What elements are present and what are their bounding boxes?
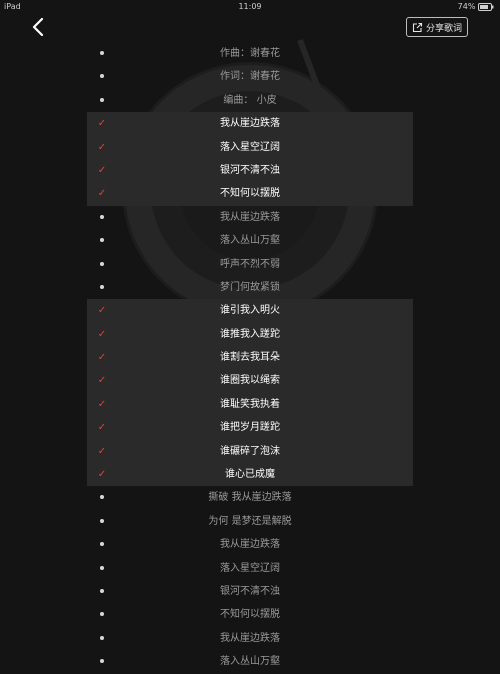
lyric-line[interactable]: ✓ 谁耻笑我执着 bbox=[0, 392, 500, 417]
lyric-text: 谁推我入蹉跎 bbox=[220, 328, 280, 340]
bullet-icon bbox=[97, 89, 107, 112]
lyric-line[interactable]: 不知何以摆脱 bbox=[0, 603, 500, 626]
lyric-line[interactable]: 编曲： 小皮 bbox=[0, 89, 500, 112]
lyric-text: 谁碾碎了泡沫 bbox=[220, 445, 280, 457]
lyric-line[interactable]: 我从崖边跌落 bbox=[0, 533, 500, 556]
check-icon: ✓ bbox=[97, 422, 107, 434]
bullet-icon bbox=[97, 206, 107, 229]
lyric-text: 不知何以摆脱 bbox=[220, 609, 280, 621]
lyric-text: 我从崖边跌落 bbox=[220, 632, 280, 644]
check-icon: ✓ bbox=[97, 188, 107, 200]
lyric-text: 银河不清不浊 bbox=[220, 585, 280, 597]
check-icon: ✓ bbox=[97, 352, 107, 364]
lyric-line[interactable]: ✓ 银河不清不浊 bbox=[0, 158, 500, 183]
bullet-icon bbox=[97, 603, 107, 626]
bullet-icon bbox=[97, 580, 107, 603]
battery-icon bbox=[478, 2, 494, 11]
bullet-icon bbox=[97, 276, 107, 299]
lyric-text: 银河不清不浊 bbox=[220, 164, 280, 176]
check-icon: ✓ bbox=[97, 305, 107, 317]
bullet-icon bbox=[97, 253, 107, 276]
lyric-line[interactable]: ✓ 谁圈我以绳索 bbox=[0, 369, 500, 394]
share-lyrics-button[interactable]: 分享歌词 bbox=[406, 17, 468, 37]
lyric-text: 梦门何故紧锁 bbox=[220, 281, 280, 293]
lyric-text: 落入星空辽阔 bbox=[220, 562, 280, 574]
lyric-text: 谁心已成魔 bbox=[225, 469, 275, 481]
check-icon: ✓ bbox=[97, 141, 107, 153]
check-icon: ✓ bbox=[97, 118, 107, 130]
bullet-icon bbox=[97, 650, 107, 673]
lyric-line[interactable]: 作词：谢春花 bbox=[0, 65, 500, 88]
lyric-text: 呼声不烈不弱 bbox=[220, 258, 280, 270]
lyric-text: 为何 是梦还是解脱 bbox=[208, 515, 292, 527]
lyric-line[interactable]: ✓ 谁碾碎了泡沫 bbox=[0, 439, 500, 464]
lyric-line[interactable]: ✓ 谁割去我耳朵 bbox=[0, 346, 500, 370]
share-icon bbox=[412, 22, 423, 32]
chevron-left-icon bbox=[32, 18, 44, 36]
lyric-text: 作词：谢春花 bbox=[220, 71, 280, 83]
lyric-line[interactable]: 为何 是梦还是解脱 bbox=[0, 510, 500, 533]
check-icon: ✓ bbox=[97, 164, 107, 176]
lyric-line[interactable]: ✓ 落入星空辽阔 bbox=[0, 135, 500, 160]
lyric-line[interactable]: 呼声不烈不弱 bbox=[0, 253, 500, 276]
check-icon: ✓ bbox=[97, 469, 107, 481]
lyric-text: 谁圈我以绳索 bbox=[220, 375, 280, 387]
lyric-line[interactable]: ✓ 不知何以摆脱 bbox=[0, 182, 500, 207]
lyric-text: 我从崖边跌落 bbox=[220, 118, 280, 130]
lyric-line[interactable]: 落入星空辽阔 bbox=[0, 557, 500, 580]
check-icon: ✓ bbox=[97, 375, 107, 387]
lyric-line[interactable]: 银河不清不浊 bbox=[0, 580, 500, 603]
lyric-line[interactable]: 梦门何故紧锁 bbox=[0, 276, 500, 299]
check-icon: ✓ bbox=[97, 398, 107, 410]
lyric-line[interactable]: ✓ 谁心已成魔 bbox=[0, 463, 500, 487]
lyric-text: 谁割去我耳朵 bbox=[220, 352, 280, 364]
lyric-line[interactable]: 我从崖边跌落 bbox=[0, 206, 500, 229]
lyric-text: 落入星空辽阔 bbox=[220, 141, 280, 153]
share-label: 分享歌词 bbox=[425, 23, 462, 34]
bullet-icon bbox=[97, 229, 107, 252]
lyric-text: 编曲： 小皮 bbox=[223, 94, 277, 106]
check-icon: ✓ bbox=[97, 445, 107, 457]
bullet-icon bbox=[97, 557, 107, 580]
bullet-icon bbox=[97, 627, 107, 650]
check-icon: ✓ bbox=[97, 328, 107, 340]
lyric-line[interactable]: ✓ 我从崖边跌落 bbox=[0, 112, 500, 136]
clock: 11:09 bbox=[238, 2, 262, 11]
lyric-line[interactable]: ✓ 谁推我入蹉跎 bbox=[0, 322, 500, 347]
bullet-icon bbox=[97, 510, 107, 533]
lyric-text: 谁把岁月蹉跎 bbox=[220, 422, 280, 434]
bullet-icon bbox=[97, 42, 107, 65]
lyric-line[interactable]: 落入丛山万壑 bbox=[0, 650, 500, 673]
lyric-text: 我从崖边跌落 bbox=[220, 211, 280, 223]
status-bar: iPad 11:09 74% bbox=[0, 0, 500, 14]
lyric-line[interactable]: 作曲：谢春花 bbox=[0, 42, 500, 65]
lyric-line[interactable]: ✓ 谁把岁月蹉跎 bbox=[0, 416, 500, 441]
battery-indicator: 74% bbox=[458, 2, 494, 11]
battery-percent: 74% bbox=[457, 2, 476, 11]
lyric-line[interactable]: 我从崖边跌落 bbox=[0, 627, 500, 650]
lyric-line[interactable]: 落入丛山万壑 bbox=[0, 229, 500, 252]
lyric-text: 撕破 我从崖边跌落 bbox=[208, 492, 292, 504]
lyric-line[interactable]: 撕破 我从崖边跌落 bbox=[0, 486, 500, 509]
lyric-text: 落入丛山万壑 bbox=[220, 235, 280, 247]
lyric-text: 不知何以摆脱 bbox=[220, 188, 280, 200]
lyric-text: 作曲：谢春花 bbox=[220, 48, 280, 59]
bullet-icon bbox=[97, 486, 107, 509]
bullet-icon bbox=[97, 533, 107, 556]
bullet-icon bbox=[97, 65, 107, 88]
lyric-text: 谁引我入明火 bbox=[220, 305, 280, 317]
lyric-text: 我从崖边跌落 bbox=[220, 539, 280, 551]
lyric-line[interactable]: ✓ 谁引我入明火 bbox=[0, 299, 500, 324]
back-button[interactable] bbox=[26, 14, 50, 40]
lyric-text: 谁耻笑我执着 bbox=[220, 398, 280, 410]
lyrics-list: 作曲：谢春花 作词：谢春花 编曲： 小皮 ✓ 我从崖边跌落 ✓ 落入星空辽阔 ✓ 银河不清不浊 ✓… bbox=[0, 42, 500, 674]
